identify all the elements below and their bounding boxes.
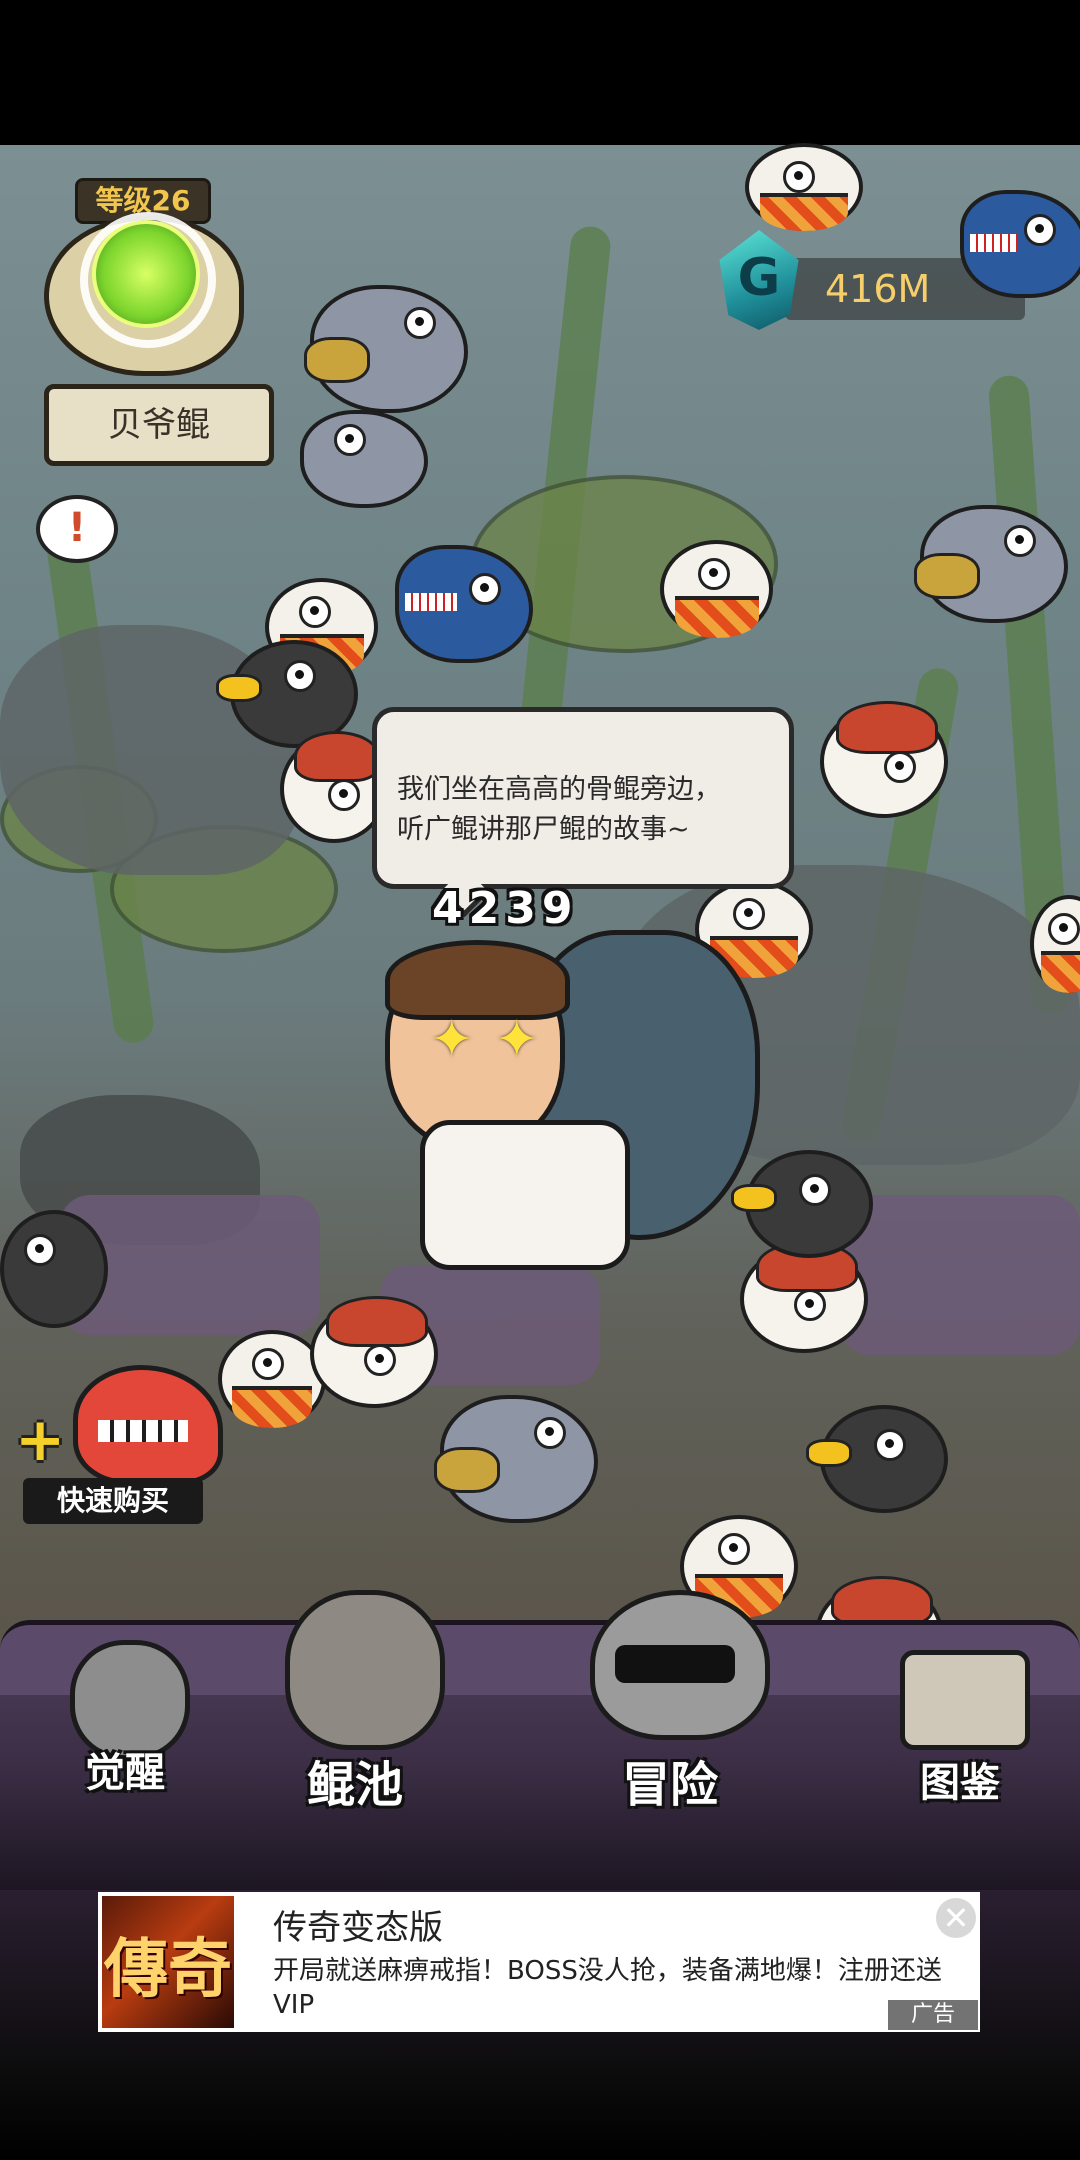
red-hair-fish[interactable] (820, 701, 948, 818)
ad-label: 广告 (888, 2000, 978, 2030)
bottle-bird-fish[interactable] (731, 1150, 873, 1258)
masked-fish[interactable] (304, 285, 468, 413)
coral (840, 1195, 1080, 1355)
status-bar-area (0, 0, 1080, 145)
player-name: 贝爷鲲 (44, 384, 274, 466)
dialog-line-2: 听广鲲讲那尸鲲的故事~ (397, 814, 690, 845)
masked-fish[interactable] (300, 410, 428, 508)
nav-codex-label: 图鉴 (920, 1760, 1000, 1806)
sunglasses-icon (615, 1645, 735, 1683)
player-level-badge[interactable]: 等级26 贝爷鲲 (30, 172, 274, 466)
bottom-nav: 觉醒 鲲池 冒险 图鉴 (0, 1590, 1080, 1890)
nav-awaken-label: 觉醒 (85, 1750, 165, 1796)
dialog-line-1: 我们坐在高高的骨鲲旁边， (397, 774, 721, 805)
red-monster-icon (73, 1365, 223, 1485)
ad-banner[interactable]: 傳奇 传奇变态版 开局就送麻痹戒指！BOSS没人抢，装备满地爆！注册还送VIP … (98, 1892, 980, 2032)
nav-adventure-label: 冒险 (621, 1757, 718, 1813)
puffer-fish[interactable] (660, 540, 773, 638)
nav-adventure-button[interactable]: 冒险 (545, 1590, 795, 1850)
ad-game-logo: 傳奇 (102, 1896, 234, 2028)
nav-pool-button[interactable]: 鲲池 (255, 1590, 455, 1850)
hero-hair (385, 940, 570, 1020)
tap-hint-ring-icon (80, 212, 216, 348)
close-icon[interactable]: ✕ (936, 1898, 976, 1938)
bottle-bird-fish[interactable] (0, 1210, 108, 1328)
notification-alert-icon[interactable]: ! (36, 495, 118, 563)
red-hair-fish[interactable] (740, 1241, 868, 1353)
fish-jar-icon (285, 1590, 445, 1750)
masked-fish[interactable] (434, 1395, 598, 1523)
nav-codex-button[interactable]: 图鉴 (860, 1640, 1060, 1840)
star-eye-icon: ✦ (495, 1010, 539, 1070)
red-hair-fish[interactable] (310, 1296, 438, 1408)
plus-icon: + (15, 1405, 66, 1475)
speech-bubble: 我们坐在高高的骨鲲旁边， 听广鲲讲那尸鲲的故事~ (372, 707, 794, 889)
bottle-bird-fish[interactable] (806, 1405, 948, 1513)
nav-awaken-button[interactable]: 觉醒 (30, 1640, 220, 1840)
scroll-icon (900, 1650, 1030, 1750)
damage-score: 4239 (432, 883, 579, 934)
quick-buy-button[interactable]: + 快速购买 (15, 1365, 223, 1530)
ad-title: 传奇变态版 (273, 1908, 443, 1948)
blue-shark-fish[interactable] (960, 190, 1080, 298)
hero-body (420, 1120, 630, 1270)
masked-fish[interactable] (914, 505, 1068, 623)
game-screen: 等级26 贝爷鲲 ! 416M G 我们坐在高高的骨鲲旁边， 听广鲲讲那尸鲲的故… (0, 0, 1080, 2160)
nav-pool-label: 鲲池 (306, 1757, 403, 1813)
star-eye-icon: ✦ (430, 1010, 474, 1070)
ad-description: 开局就送麻痹戒指！BOSS没人抢，装备满地爆！注册还送VIP (273, 1956, 942, 2020)
puffer-fish[interactable] (745, 143, 863, 231)
quick-buy-label: 快速购买 (23, 1478, 203, 1524)
